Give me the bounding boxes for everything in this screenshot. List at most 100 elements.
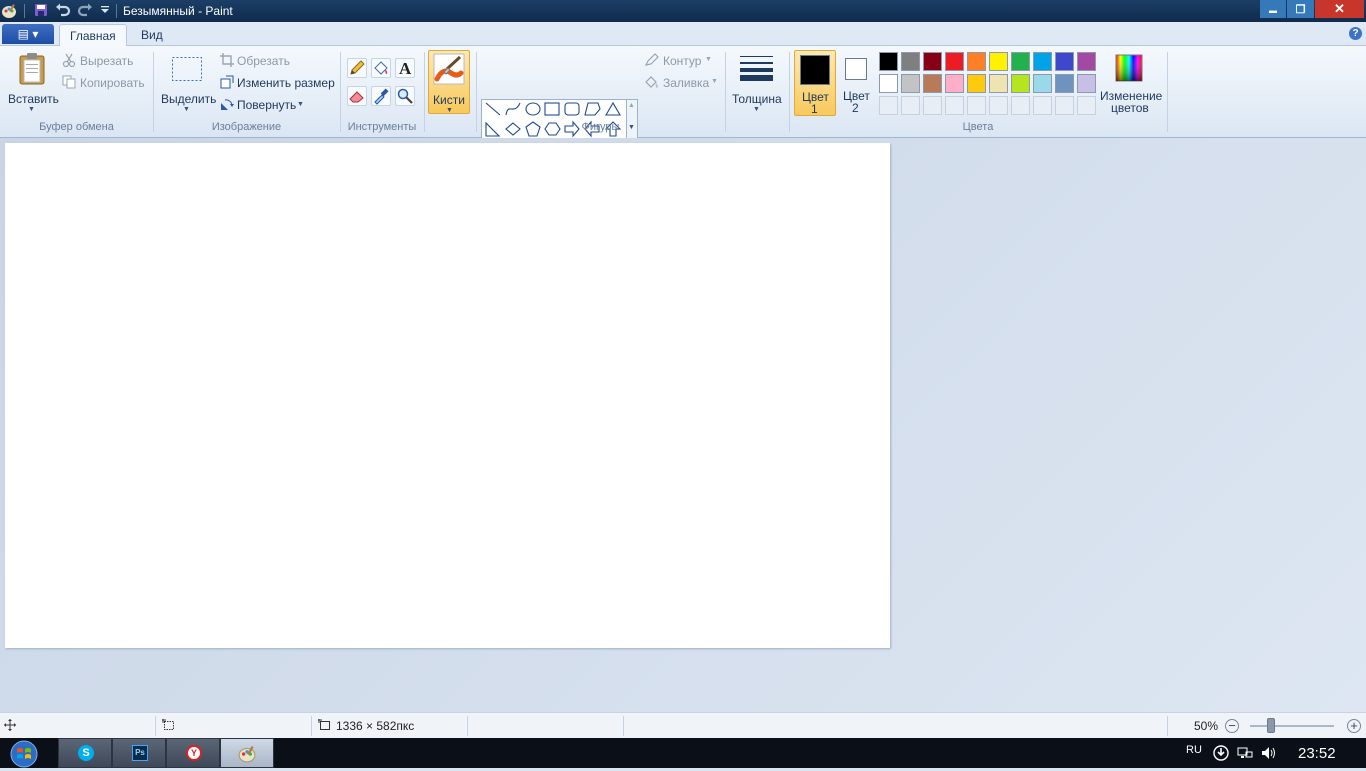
color1-button[interactable]: Цвет 1 <box>794 50 836 116</box>
fill-tool-button[interactable] <box>371 58 391 78</box>
resize-button[interactable]: Изменить размер <box>220 74 336 92</box>
select-label: Выделить <box>161 92 217 106</box>
triangle-shape-icon[interactable] <box>605 101 621 116</box>
status-bar: 1336 × 582пкс 50% − + <box>0 712 1366 738</box>
custom-color-slot[interactable] <box>989 96 1008 115</box>
save-icon[interactable] <box>32 3 50 19</box>
eraser-tool-button[interactable] <box>347 86 367 106</box>
group-separator <box>476 52 477 132</box>
custom-color-slot[interactable] <box>879 96 898 115</box>
taskbar-skype[interactable]: S <box>58 738 112 768</box>
palette-color-swatch[interactable] <box>1055 52 1074 71</box>
redo-icon[interactable] <box>76 3 94 19</box>
start-button[interactable] <box>4 739 46 768</box>
palette-color-swatch[interactable] <box>901 74 920 93</box>
copy-button[interactable]: Копировать <box>62 74 148 92</box>
palette-color-swatch[interactable] <box>923 74 942 93</box>
close-button[interactable]: ✕ <box>1315 0 1364 18</box>
palette-color-swatch[interactable] <box>1055 74 1074 93</box>
magnifier-tool-button[interactable] <box>395 86 415 106</box>
taskbar-yandex-browser[interactable]: Y <box>166 738 220 768</box>
color-picker-tool-button[interactable] <box>371 86 391 106</box>
custom-color-slot[interactable] <box>945 96 964 115</box>
palette-color-swatch[interactable] <box>1033 74 1052 93</box>
palette-color-swatch[interactable] <box>1077 74 1096 93</box>
text-tool-button[interactable]: A <box>395 58 415 78</box>
brushes-button[interactable]: Кисти ▼ <box>428 50 470 114</box>
pencil-tool-button[interactable] <box>347 58 367 78</box>
zoom-in-button[interactable]: + <box>1347 719 1361 733</box>
palette-color-swatch[interactable] <box>967 74 986 93</box>
paint-app-icon[interactable] <box>0 3 18 19</box>
canvas-workspace[interactable] <box>0 138 1366 712</box>
select-button[interactable]: Выделить ▼ <box>158 50 216 116</box>
palette-color-swatch[interactable] <box>989 52 1008 71</box>
outline-pen-icon <box>644 53 660 70</box>
volume-tray-icon[interactable] <box>1261 746 1277 763</box>
palette-color-swatch[interactable] <box>923 52 942 71</box>
palette-color-swatch[interactable] <box>901 52 920 71</box>
oval-shape-icon[interactable] <box>525 102 541 116</box>
custom-color-slot[interactable] <box>967 96 986 115</box>
palette-color-swatch[interactable] <box>879 52 898 71</box>
tab-view[interactable]: Вид <box>131 24 173 47</box>
help-icon[interactable]: ? <box>1349 27 1362 40</box>
crop-button[interactable]: Обрезать <box>220 52 310 70</box>
polygon-shape-icon[interactable] <box>584 102 601 116</box>
file-menu-button[interactable]: ▤ ▾ <box>2 24 54 44</box>
palette-color-swatch[interactable] <box>945 74 964 93</box>
palette-color-swatch[interactable] <box>989 74 1008 93</box>
rounded-rectangle-shape-icon[interactable] <box>564 102 580 116</box>
zoom-slider-track[interactable] <box>1250 725 1334 727</box>
edit-colors-button[interactable]: Изменение цветов <box>1098 50 1162 116</box>
undo-icon[interactable] <box>54 3 72 19</box>
curve-shape-icon[interactable] <box>505 102 521 116</box>
skype-icon: S <box>78 745 94 761</box>
selection-size-icon <box>162 719 175 734</box>
taskbar-clock[interactable]: 23:52 <box>1298 745 1336 762</box>
color2-button[interactable]: Цвет 2 <box>838 50 876 116</box>
network-tray-icon[interactable] <box>1237 746 1253 763</box>
download-tray-icon[interactable] <box>1213 745 1229 764</box>
paste-button[interactable]: Вставить ▼ <box>4 50 59 116</box>
restore-button[interactable]: ❐ <box>1287 0 1314 18</box>
line-shape-icon[interactable] <box>485 102 501 116</box>
language-indicator[interactable]: RU <box>1186 744 1202 756</box>
palette-color-swatch[interactable] <box>945 52 964 71</box>
tab-home[interactable]: Главная <box>59 24 127 47</box>
fill-button[interactable]: Заливка ▼ <box>644 74 720 92</box>
resize-label: Изменить размер <box>237 76 335 90</box>
copy-icon <box>62 75 76 92</box>
custom-color-slot[interactable] <box>1077 96 1096 115</box>
window-title: Безымянный - Paint <box>123 4 233 18</box>
customize-qat-icon[interactable] <box>96 3 114 19</box>
drawing-canvas[interactable] <box>5 143 890 648</box>
cut-button[interactable]: Вырезать <box>62 52 142 70</box>
scissors-icon <box>62 53 76 70</box>
zoom-slider-thumb[interactable] <box>1267 718 1275 733</box>
palette-color-swatch[interactable] <box>1077 52 1096 71</box>
taskbar-photoshop[interactable]: Ps <box>112 738 166 768</box>
outline-button[interactable]: Контур ▼ <box>644 52 716 70</box>
palette-color-swatch[interactable] <box>967 52 986 71</box>
size-button[interactable]: Толщина ▼ <box>730 50 784 116</box>
fill-dropdown-icon: ▼ <box>711 78 718 85</box>
zoom-out-button[interactable]: − <box>1225 719 1239 733</box>
custom-color-slot[interactable] <box>1011 96 1030 115</box>
color2-label-line2: 2 <box>852 101 859 115</box>
custom-color-slot[interactable] <box>901 96 920 115</box>
scroll-up-icon[interactable]: ▲ <box>628 102 635 109</box>
custom-color-slot[interactable] <box>1033 96 1052 115</box>
minimize-button[interactable]: ▬ <box>1260 0 1286 18</box>
rectangle-shape-icon[interactable] <box>544 102 560 116</box>
custom-color-slot[interactable] <box>1055 96 1074 115</box>
group-separator <box>340 52 341 132</box>
palette-color-swatch[interactable] <box>1011 52 1030 71</box>
palette-color-swatch[interactable] <box>1011 74 1030 93</box>
palette-color-swatch[interactable] <box>1033 52 1052 71</box>
taskbar-paint[interactable] <box>220 738 274 768</box>
rotate-button[interactable]: Повернуть ▼ <box>220 96 310 114</box>
shapes-group-label: Фигуры <box>581 121 620 133</box>
custom-color-slot[interactable] <box>923 96 942 115</box>
palette-color-swatch[interactable] <box>879 74 898 93</box>
